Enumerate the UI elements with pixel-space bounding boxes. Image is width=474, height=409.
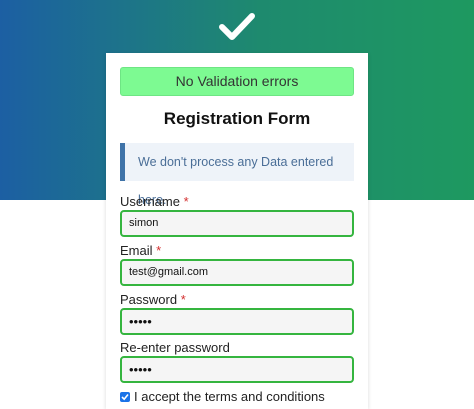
username-label: Username *: [120, 194, 189, 209]
repassword-label-text: Re-enter password: [120, 340, 230, 355]
password-label-text: Password: [120, 292, 178, 307]
checkmark-icon: [121, 393, 129, 400]
required-marker: *: [156, 243, 162, 258]
username-input[interactable]: simon: [120, 210, 354, 237]
repassword-label: Re-enter password: [120, 340, 230, 355]
repassword-input[interactable]: •••••: [120, 356, 354, 383]
email-input[interactable]: test@gmail.com: [120, 259, 354, 286]
password-input[interactable]: •••••: [120, 308, 354, 335]
privacy-notice: We don't process any Data entered here.: [120, 143, 354, 207]
form-title: Registration Form: [163, 109, 311, 128]
password-label: Password *: [120, 292, 186, 307]
terms-label: I accept the terms and conditions: [134, 389, 325, 404]
email-label: Email *: [120, 243, 161, 258]
email-label-text: Email: [120, 243, 153, 258]
registration-card: No Validation errors Registration Form W…: [106, 53, 368, 409]
required-marker: *: [180, 292, 186, 307]
terms-row: I accept the terms and conditions: [120, 389, 325, 404]
username-label-text: Username: [120, 194, 180, 209]
terms-checkbox[interactable]: [120, 391, 130, 402]
validation-status-banner: No Validation errors: [120, 67, 354, 96]
required-marker: *: [183, 194, 189, 209]
checkmark-icon: [219, 13, 255, 40]
